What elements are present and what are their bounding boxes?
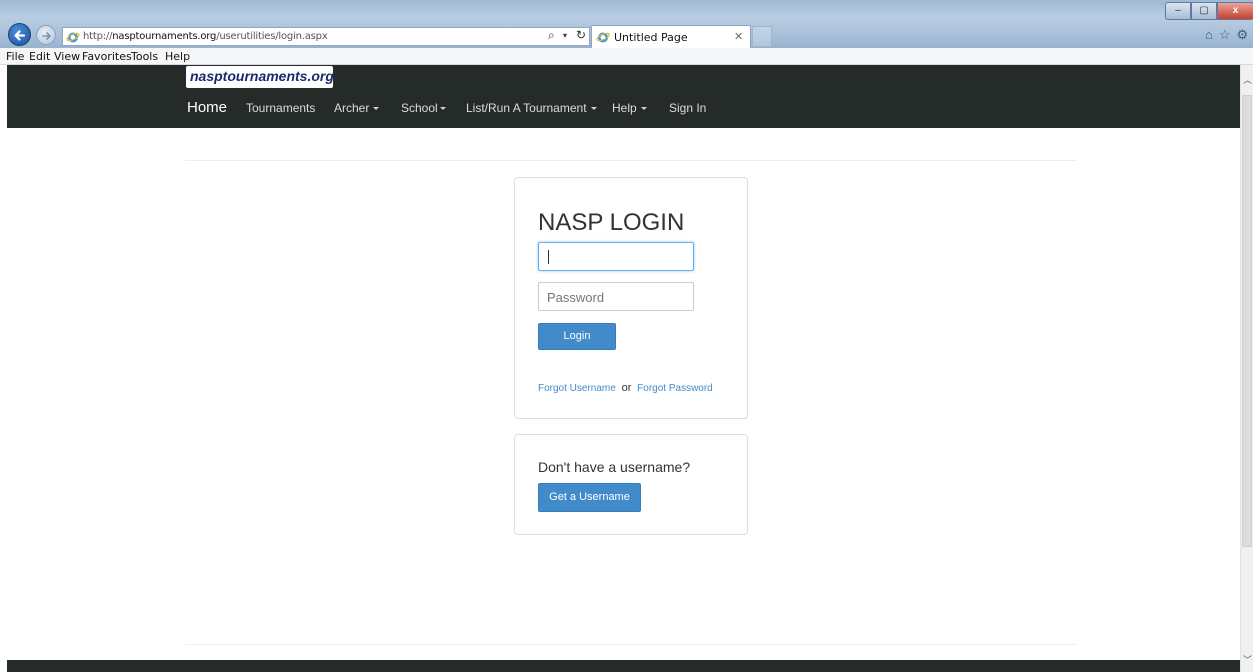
forgot-password-link[interactable]: Forgot Password (637, 383, 713, 394)
back-button[interactable] (8, 23, 31, 46)
maximize-button[interactable]: ▢ (1191, 2, 1217, 20)
ie-page-icon (66, 32, 80, 43)
refresh-icon[interactable]: ↻ (576, 28, 586, 42)
site-footer (7, 660, 1240, 672)
text-cursor (548, 250, 549, 264)
address-url: http://nasptournaments.org/userutilities… (83, 31, 328, 42)
or-text: or (621, 382, 632, 394)
forgot-username-link[interactable]: Forgot Username (538, 383, 616, 394)
login-button[interactable]: Login (538, 323, 616, 350)
menu-bar: File Edit View Favorites Tools Help (0, 48, 1253, 65)
menu-help[interactable]: Help (165, 50, 190, 63)
scroll-down-icon[interactable]: ﹀ (1243, 653, 1252, 666)
nav-school-label: School (401, 101, 438, 115)
forgot-links: Forgot Username or Forgot Password (538, 382, 713, 394)
caret-down-icon (590, 107, 597, 111)
browser-toolbar-icons: ⌂ ☆ ⚙ (1205, 27, 1253, 43)
menu-edit[interactable]: Edit (29, 50, 50, 63)
nav-help-label: Help (612, 101, 637, 115)
browser-tab[interactable]: Untitled Page ✕ (591, 25, 751, 48)
forward-button[interactable] (36, 25, 56, 45)
caret-down-icon (640, 107, 647, 111)
nav-list-run-label: List/Run A Tournament (466, 101, 587, 115)
signup-prompt: Don't have a username? (538, 459, 691, 475)
tab-title: Untitled Page (614, 31, 688, 44)
close-window-button[interactable]: x (1217, 2, 1253, 20)
home-icon[interactable]: ⌂ (1205, 27, 1213, 42)
site-navbar: nasptournaments.org Home Tournaments Arc… (7, 65, 1240, 128)
address-bar[interactable]: http://nasptournaments.org/userutilities… (62, 27, 590, 46)
divider (185, 160, 1076, 161)
ie-tab-icon (596, 32, 610, 43)
tab-close-icon[interactable]: ✕ (734, 30, 743, 43)
browser-titlebar: http://nasptournaments.org/userutilities… (0, 0, 1253, 48)
menu-favorites[interactable]: Favorites (82, 50, 132, 63)
nav-home[interactable]: Home (187, 99, 227, 116)
scroll-thumb[interactable] (1242, 95, 1252, 547)
get-username-button[interactable]: Get a Username (538, 483, 641, 512)
favorites-icon[interactable]: ☆ (1219, 27, 1231, 42)
new-tab-button[interactable] (752, 26, 772, 47)
chevron-down-icon[interactable]: ▾ (563, 31, 567, 40)
divider (185, 644, 1076, 645)
caret-down-icon (439, 107, 446, 111)
login-panel: NASP LOGIN Password Login Forgot Usernam… (514, 177, 748, 419)
signup-panel: Don't have a username? Get a Username (514, 434, 748, 535)
nav-archer-label: Archer (334, 101, 370, 115)
menu-file[interactable]: File (6, 50, 24, 63)
search-icon[interactable]: ⌕ (548, 28, 555, 43)
menu-view[interactable]: View (54, 50, 80, 63)
nav-tournaments[interactable]: Tournaments (246, 101, 315, 115)
brand-text: nasptournaments.org (190, 68, 334, 84)
login-title: NASP LOGIN (538, 209, 685, 236)
brand-logo[interactable]: nasptournaments.org (186, 66, 334, 88)
nav-school[interactable]: School (401, 101, 446, 115)
page-scrollbar[interactable]: ︿ ﹀ (1240, 65, 1253, 672)
nav-list-run[interactable]: List/Run A Tournament (466, 101, 597, 115)
menu-tools[interactable]: Tools (131, 50, 158, 63)
nav-archer[interactable]: Archer (334, 101, 380, 115)
minimize-button[interactable]: – (1165, 2, 1191, 20)
caret-down-icon (373, 107, 380, 111)
nav-sign-in[interactable]: Sign In (669, 101, 706, 115)
nav-help[interactable]: Help (612, 101, 647, 115)
scroll-up-icon[interactable]: ︿ (1243, 73, 1252, 86)
password-input[interactable]: Password (538, 282, 694, 311)
username-input[interactable] (538, 242, 694, 271)
back-arrow-icon (14, 30, 26, 41)
password-placeholder: Password (547, 290, 605, 305)
tools-icon[interactable]: ⚙ (1237, 27, 1249, 42)
forward-arrow-icon (42, 32, 51, 40)
